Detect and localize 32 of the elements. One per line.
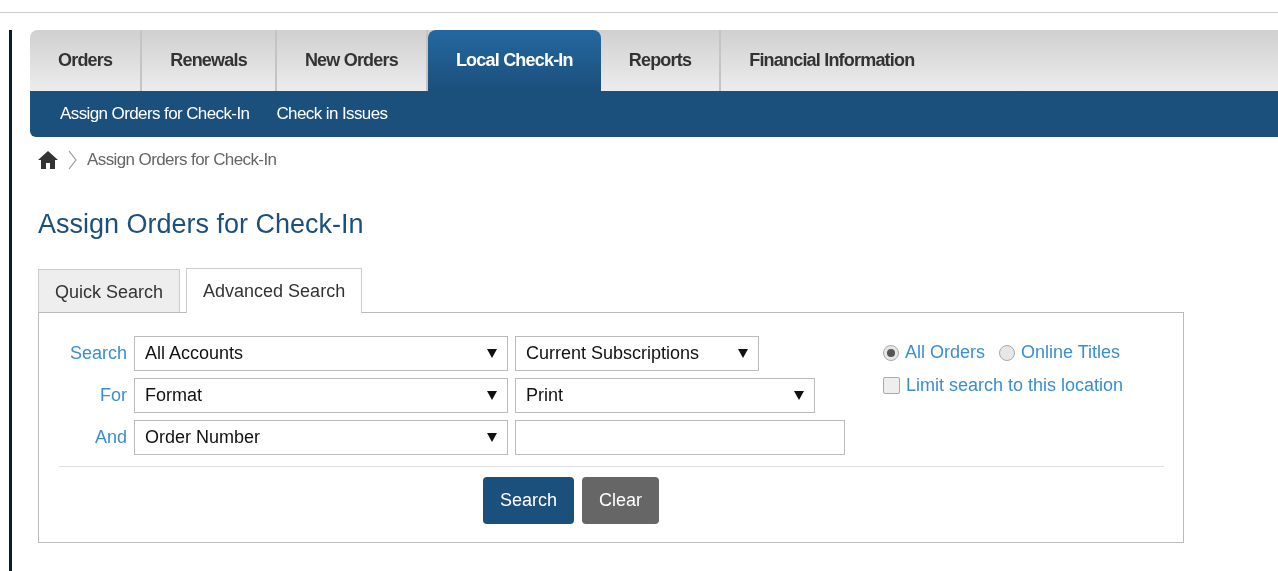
- search-tab[interactable]: Advanced Search: [186, 268, 363, 313]
- home-icon[interactable]: [38, 151, 58, 169]
- input-field[interactable]: [515, 420, 845, 455]
- nav-tab[interactable]: Financial Information: [721, 30, 943, 91]
- subnav-link[interactable]: Assign Orders for Check-In: [60, 104, 250, 124]
- dropdown[interactable]: Current Subscriptions: [515, 336, 759, 371]
- checkbox[interactable]: [883, 377, 900, 394]
- caret-icon: [487, 391, 497, 400]
- radio-option[interactable]: Online Titles: [999, 342, 1121, 363]
- radio-icon[interactable]: [999, 344, 1015, 361]
- breadcrumb-item: Assign Orders for Check-In: [87, 150, 277, 170]
- caret-icon: [794, 391, 804, 400]
- checkbox-option[interactable]: Limit search to this location: [883, 375, 1124, 396]
- caret-icon: [738, 349, 748, 358]
- caret-icon: [487, 349, 497, 358]
- nav-tab[interactable]: Local Check-In: [427, 30, 601, 91]
- caret-icon: [487, 433, 497, 442]
- dropdown[interactable]: All Accounts: [134, 336, 508, 371]
- page-title: Assign Orders for Check-In: [38, 209, 365, 240]
- search-tab[interactable]: Quick Search: [38, 269, 181, 312]
- radio-icon[interactable]: [883, 344, 899, 361]
- dropdown[interactable]: Order Number: [134, 420, 508, 455]
- dropdown[interactable]: Print: [515, 378, 815, 413]
- radio-option[interactable]: All Orders: [883, 342, 985, 363]
- search-button[interactable]: Search: [482, 477, 574, 524]
- chevron-icon: [68, 150, 77, 170]
- clear-button[interactable]: Clear: [582, 477, 660, 524]
- dropdown[interactable]: Format: [134, 378, 508, 413]
- criteria-label: Search: [68, 343, 127, 364]
- criteria-label: For: [99, 385, 127, 406]
- subnav-link[interactable]: Check in Issues: [276, 104, 388, 124]
- criteria-label: And: [93, 427, 127, 448]
